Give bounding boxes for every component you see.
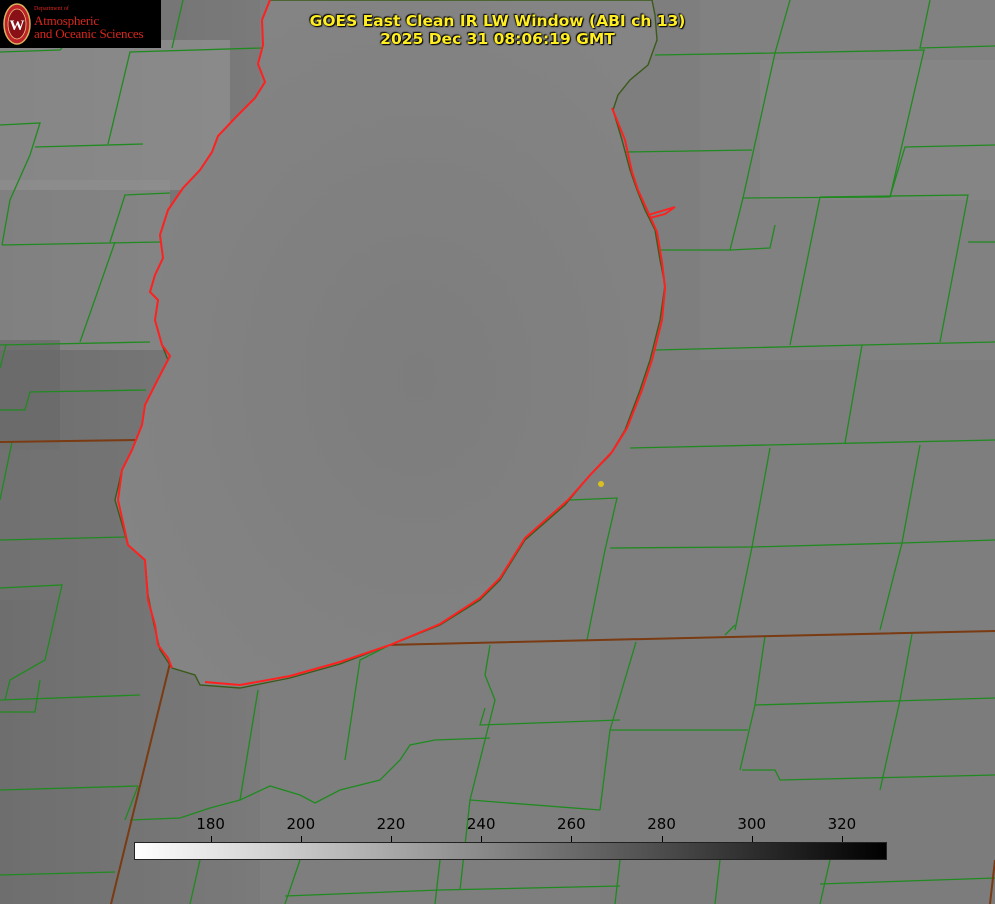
title-product: GOES East Clean IR LW Window (ABI ch 13) bbox=[309, 12, 686, 30]
colorbar: 180 200 220 240 260 280 300 320 bbox=[134, 812, 887, 862]
title-timestamp: 2025 Dec 31 08:06:19 GMT bbox=[380, 30, 615, 48]
station-marker-icon bbox=[598, 481, 604, 487]
colorbar-tick-label: 180 bbox=[196, 815, 225, 833]
uw-seal-icon: W bbox=[3, 3, 31, 45]
colorbar-tick-label: 260 bbox=[557, 815, 586, 833]
colorbar-tick-label: 220 bbox=[376, 815, 406, 833]
logo-department: Department of bbox=[34, 6, 69, 12]
satellite-map bbox=[0, 0, 995, 904]
colorbar-tick-label: 320 bbox=[827, 815, 857, 833]
seal-letter: W bbox=[10, 18, 25, 34]
logo-line-2: and Oceanic Sciences bbox=[34, 26, 144, 41]
uw-aos-logo: W Department of Atmospheric and Oceanic … bbox=[0, 0, 161, 48]
colorbar-tick-label: 300 bbox=[737, 815, 767, 833]
colorbar-tick-label: 200 bbox=[286, 815, 316, 833]
colorbar-tick-label: 240 bbox=[466, 815, 496, 833]
image-title: GOES East Clean IR LW Window (ABI ch 13)… bbox=[250, 12, 745, 48]
colorbar-tick-label: 280 bbox=[647, 815, 676, 833]
colorbar-gradient bbox=[134, 842, 887, 860]
